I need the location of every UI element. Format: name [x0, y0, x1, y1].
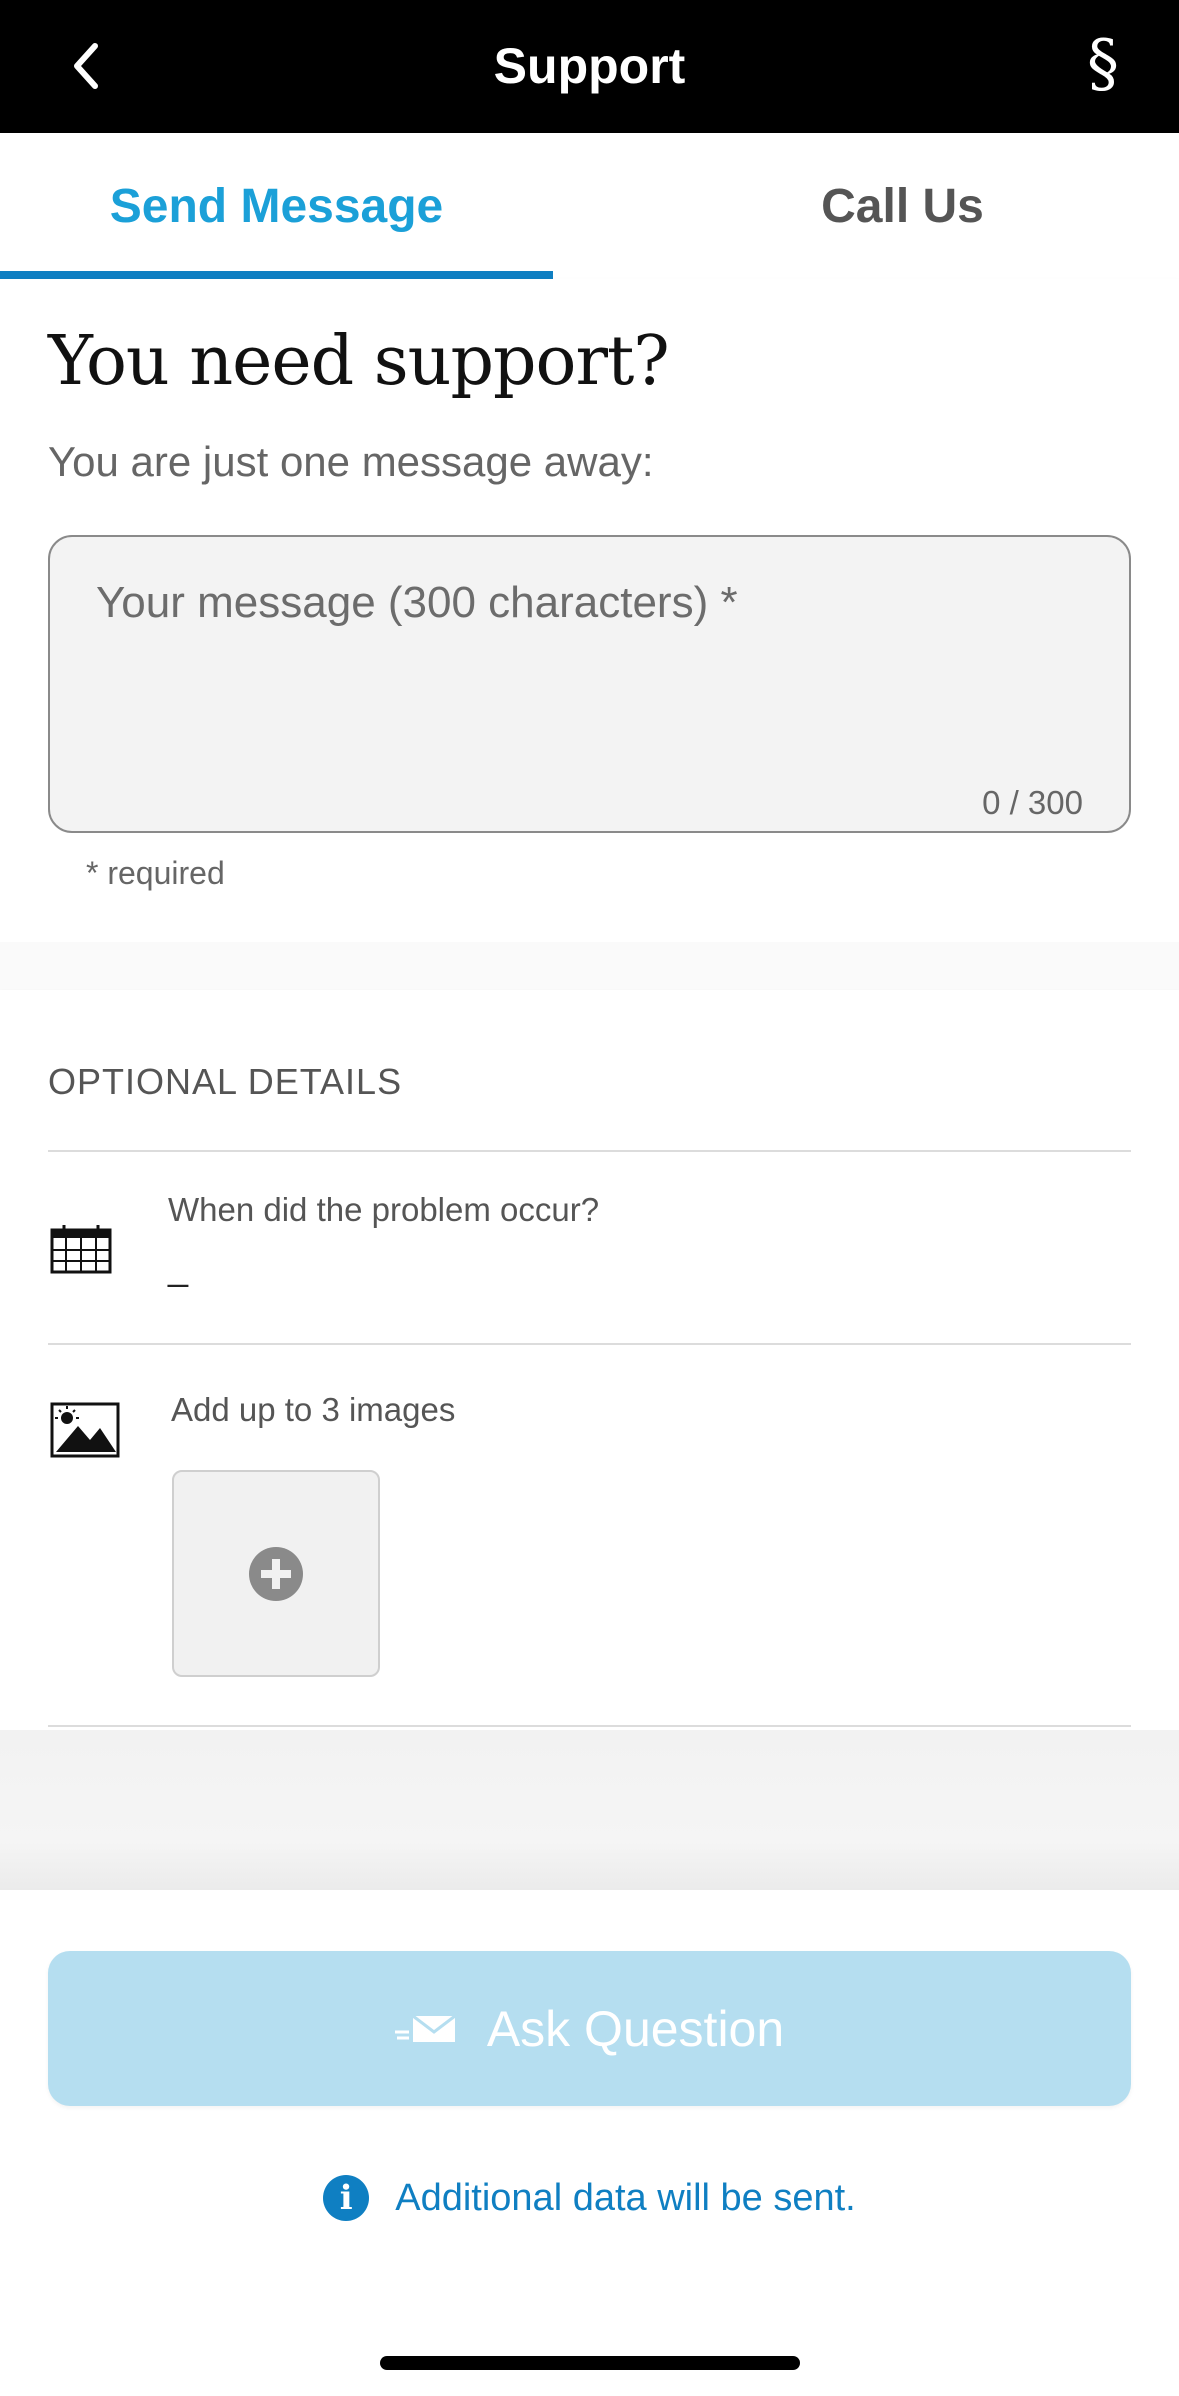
ask-question-button[interactable]: Ask Question [48, 1951, 1131, 2106]
divider [48, 1343, 1131, 1345]
info-icon: i [323, 2175, 370, 2221]
images-label: Add up to 3 images [171, 1391, 456, 1428]
divider [48, 1725, 1131, 1727]
optional-details-title: OPTIONAL DETAILS [48, 1061, 403, 1102]
top-nav-bar: Support § [0, 0, 1179, 133]
home-indicator [380, 2356, 800, 2370]
tab-send-message[interactable]: Send Message [0, 133, 553, 279]
section-spacer [0, 942, 1179, 990]
page-title: Support [493, 38, 686, 94]
additional-data-info[interactable]: i Additional data will be sent. [0, 2175, 1179, 2221]
ask-question-label: Ask Question [486, 2000, 785, 2057]
optional-details-card: OPTIONAL DETAILS When did the problem oc… [0, 990, 1179, 1730]
plus-circle-icon [249, 1546, 303, 1601]
message-textarea[interactable]: Your message (300 characters) * 0 / 300 [48, 535, 1131, 833]
active-tab-indicator [0, 271, 553, 279]
message-placeholder: Your message (300 characters) * [96, 578, 738, 627]
add-image-button[interactable] [172, 1470, 380, 1677]
support-heading: You need support? [48, 322, 670, 401]
date-label: When did the problem occur? [168, 1191, 600, 1228]
legal-button[interactable]: § [1075, 28, 1131, 100]
divider [48, 1150, 1131, 1152]
info-text: Additional data will be sent. [395, 2176, 856, 2219]
character-counter: 0 / 300 [982, 784, 1083, 821]
required-note: * required [86, 855, 225, 891]
message-card: You need support? You are just one messa… [0, 279, 1179, 942]
tab-bar: Send Message Call Us [0, 133, 1179, 279]
image-icon [50, 1402, 120, 1458]
mail-send-icon [394, 2014, 456, 2042]
support-subheading: You are just one message away: [48, 438, 654, 485]
background-area [0, 1730, 1179, 1890]
calendar-icon [50, 1225, 112, 1274]
tab-call-us[interactable]: Call Us [626, 133, 1179, 279]
section-sign-icon: § [1087, 27, 1119, 101]
date-field[interactable]: _ [168, 1248, 188, 1288]
bottom-actions: Ask Question i Additional data will be s… [0, 1890, 1179, 2396]
